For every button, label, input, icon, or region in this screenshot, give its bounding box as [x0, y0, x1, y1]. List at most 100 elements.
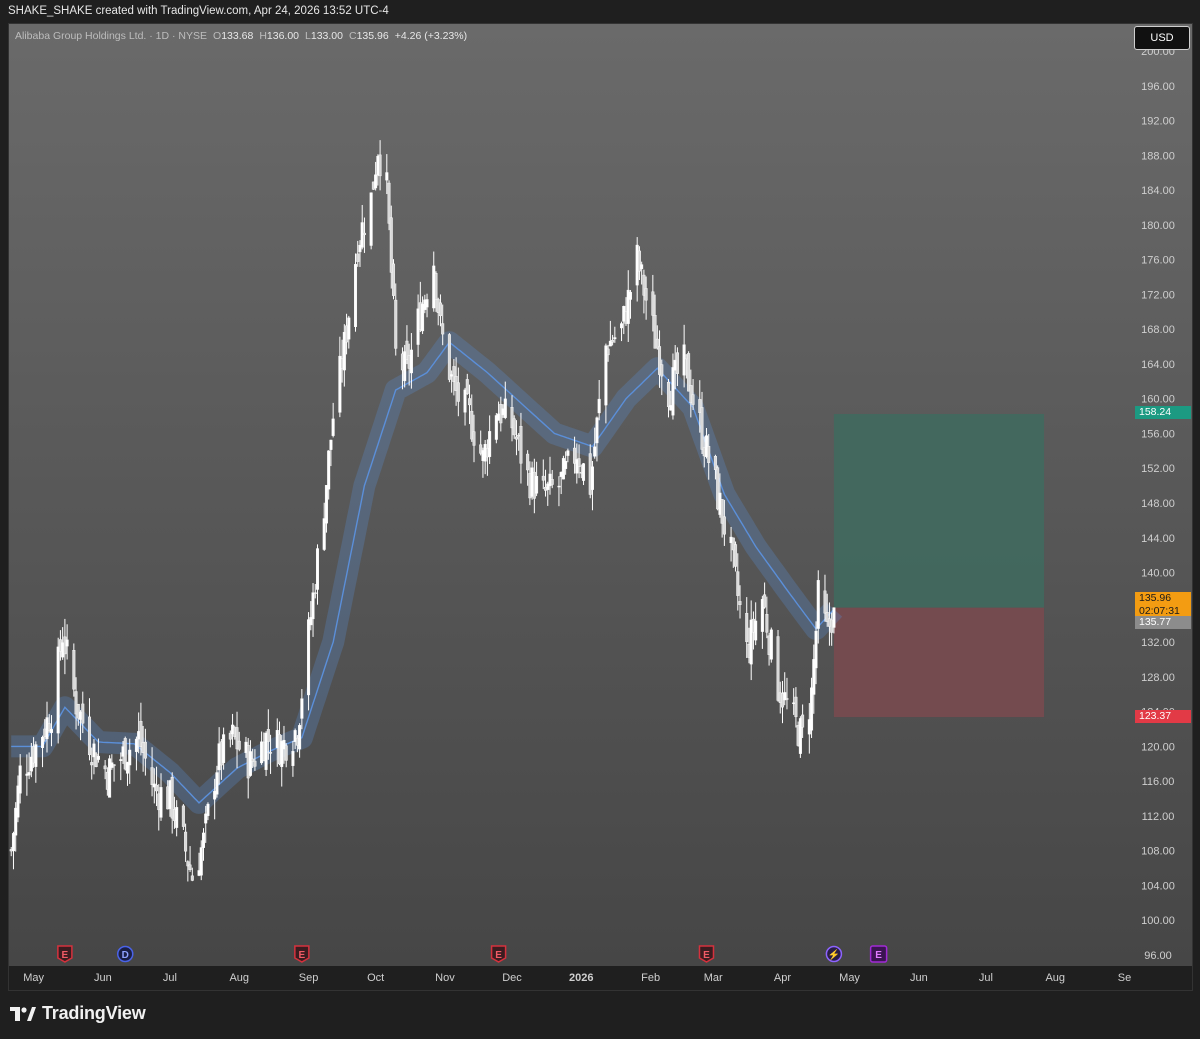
- candle-body: [512, 418, 516, 436]
- event-marker-earnings[interactable]: E: [294, 945, 310, 963]
- candle-body: [134, 738, 138, 752]
- candle-body: [765, 614, 769, 633]
- candle-body: [94, 753, 98, 767]
- candle-body: [72, 650, 76, 690]
- candle-body: [222, 734, 226, 763]
- stop-zone[interactable]: [833, 607, 1045, 718]
- candle[interactable]: [354, 253, 358, 332]
- candle[interactable]: [776, 630, 780, 702]
- open-value: 133.68: [221, 30, 254, 42]
- candle-body: [611, 339, 615, 343]
- candle-body: [514, 436, 518, 440]
- candle-body: [298, 725, 302, 750]
- change-value: +4.26 (+3.23%): [394, 30, 468, 42]
- candle-body: [11, 833, 15, 852]
- candle-body: [801, 714, 805, 728]
- candle-body: [103, 765, 107, 770]
- event-marker-label: E: [495, 950, 502, 961]
- candle-body: [387, 182, 391, 224]
- candle-body: [49, 729, 53, 733]
- candle-body: [441, 323, 445, 335]
- candle-body: [754, 620, 758, 641]
- event-marker-label: D: [122, 950, 129, 961]
- candle-body: [175, 807, 179, 828]
- y-tick-label: 160.00: [1141, 394, 1175, 406]
- candle-body: [734, 544, 738, 567]
- candle-body: [369, 192, 373, 246]
- candle-body: [763, 594, 767, 608]
- candle-body: [465, 379, 469, 394]
- symbol-name[interactable]: Alibaba Group Holdings Ltd. · 1D · NYSE: [15, 30, 207, 42]
- candle-body: [597, 398, 601, 414]
- candle-body: [96, 755, 100, 760]
- candle-body: [535, 476, 539, 494]
- last-price-value: 135.96: [1139, 591, 1172, 604]
- tradingview-logo[interactable]: TradingView: [10, 1003, 146, 1024]
- candle[interactable]: [369, 192, 373, 250]
- time-axis[interactable]: [9, 966, 1192, 990]
- symbol-legend[interactable]: Alibaba Group Holdings Ltd. · 1D · NYSE …: [15, 30, 467, 42]
- candle-body: [434, 273, 438, 300]
- candle-body: [128, 749, 132, 766]
- y-tick-label: 96.00: [1144, 950, 1172, 962]
- chart-caption: SHAKE_SHAKE created with TradingView.com…: [8, 5, 389, 17]
- y-tick-label: 104.00: [1141, 880, 1175, 892]
- price-chart[interactable]: 96.00 100.00 104.00 108.00 112.00 116.00 120.0…: [9, 24, 1192, 990]
- candle[interactable]: [392, 259, 396, 300]
- candle-body: [119, 759, 123, 761]
- y-tick-label: 148.00: [1141, 498, 1175, 510]
- event-marker-earnings[interactable]: E: [490, 945, 507, 963]
- y-tick-label: 156.00: [1141, 428, 1175, 440]
- candle-body: [738, 601, 742, 605]
- event-marker-earnings[interactable]: E: [57, 945, 73, 963]
- y-tick-label: 108.00: [1141, 846, 1175, 858]
- y-tick-label: 192.00: [1141, 116, 1175, 128]
- candle-body: [438, 302, 442, 317]
- event-marker-earnings-upcoming[interactable]: E: [869, 945, 888, 963]
- candle-body: [143, 741, 147, 759]
- candle-body: [722, 516, 726, 535]
- candle-body: [394, 299, 398, 349]
- event-marker-flash[interactable]: ⚡: [825, 945, 843, 963]
- x-tick-label: Aug: [229, 972, 249, 984]
- currency-button[interactable]: USD: [1134, 26, 1190, 50]
- chart-frame[interactable]: 96.00 100.00 104.00 108.00 112.00 116.00 120.0…: [8, 23, 1193, 991]
- y-tick-label: 180.00: [1141, 220, 1175, 232]
- candle-body: [666, 381, 670, 407]
- candle-body: [736, 571, 740, 596]
- candle-body: [201, 832, 205, 848]
- candle[interactable]: [181, 804, 185, 830]
- tradingview-logo-icon: [10, 1006, 36, 1021]
- y-tick-label: 128.00: [1141, 672, 1175, 684]
- candle-body: [27, 772, 31, 776]
- y-tick-label: 196.00: [1141, 81, 1175, 93]
- candle-body: [456, 382, 460, 402]
- candle[interactable]: [108, 755, 112, 798]
- candle-body: [347, 317, 351, 340]
- x-tick-label: Jul: [163, 972, 177, 984]
- y-tick-label: 152.00: [1141, 463, 1175, 475]
- candle[interactable]: [72, 643, 76, 697]
- last-price-tag: 135.96 02:07:31: [1135, 591, 1191, 618]
- candle-body: [593, 446, 597, 457]
- candle-body: [590, 466, 594, 490]
- candle-body: [18, 765, 22, 794]
- x-tick-label: Se: [1118, 972, 1131, 984]
- x-tick-label: Nov: [435, 972, 455, 984]
- candle-body: [707, 446, 711, 463]
- candle-body: [582, 463, 586, 481]
- high-label: H: [259, 30, 267, 42]
- candle[interactable]: [769, 627, 773, 663]
- candle[interactable]: [56, 637, 60, 744]
- candle-body: [392, 263, 396, 296]
- target-zone[interactable]: [833, 413, 1045, 608]
- candle-body: [447, 334, 451, 380]
- event-marker-dividend[interactable]: D: [116, 945, 134, 963]
- x-tick-label: Mar: [704, 972, 723, 984]
- x-tick-label: Sep: [299, 972, 319, 984]
- candle-body: [613, 337, 617, 340]
- event-marker-earnings[interactable]: E: [698, 945, 715, 963]
- open-label: O: [213, 30, 222, 42]
- x-tick-label: Jul: [979, 972, 993, 984]
- candle-body: [566, 450, 570, 456]
